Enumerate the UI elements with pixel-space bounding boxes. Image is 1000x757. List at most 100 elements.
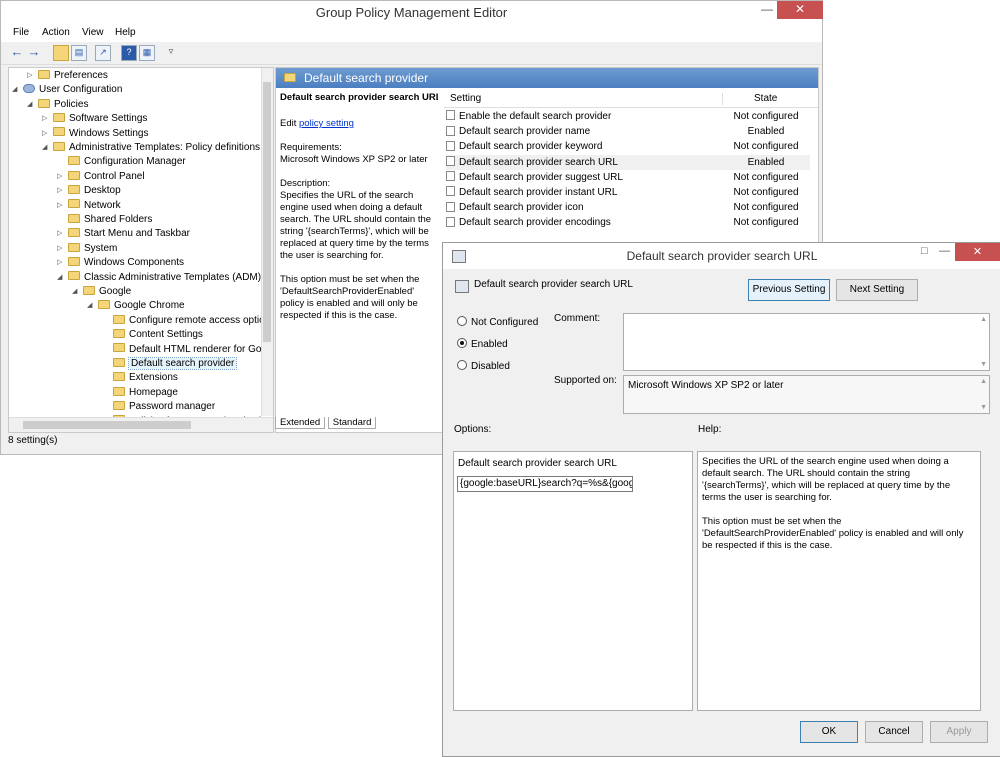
tree-vertical-scrollbar[interactable]	[261, 68, 273, 416]
tree-item[interactable]: Configuration Manager	[68, 155, 186, 169]
policy-setting-link[interactable]: policy setting	[299, 118, 354, 129]
help-icon[interactable]: ?	[121, 45, 137, 61]
export-icon[interactable]: ↗	[95, 45, 111, 61]
tree-item[interactable]: ▷ System	[57, 242, 117, 256]
tree-item[interactable]: ◢ Policies	[27, 98, 88, 112]
menu-file[interactable]: File	[13, 27, 29, 38]
expand-arrow-icon[interactable]: ▷	[57, 199, 62, 213]
tree-item[interactable]: ▷ Preferences	[27, 69, 108, 83]
scroll-down-icon[interactable]: ▼	[980, 404, 987, 411]
expand-arrow-icon[interactable]: ▷	[57, 242, 62, 256]
tree-item[interactable]: Extensions	[113, 371, 178, 385]
dialog-minimize-button[interactable]: —	[939, 245, 950, 257]
dialog-maximize-button[interactable]: □	[921, 245, 928, 257]
setting-row[interactable]: Default search provider search URL Enable…	[446, 154, 810, 170]
column-state[interactable]: State	[754, 93, 777, 104]
expand-arrow-icon[interactable]: ▷	[42, 127, 47, 141]
setting-row[interactable]: Default search provider instant URL Not c…	[446, 185, 810, 200]
tree-item[interactable]: Configure remote access options	[113, 314, 273, 328]
expand-arrow-icon[interactable]: ▷	[27, 69, 32, 83]
next-setting-button[interactable]: Next Setting	[836, 279, 918, 301]
tree-item[interactable]: Shared Folders	[68, 213, 152, 227]
forward-icon[interactable]: →	[27, 45, 41, 59]
tree-item[interactable]: Homepage	[113, 386, 178, 400]
cancel-button[interactable]: Cancel	[865, 721, 923, 743]
scroll-up-icon[interactable]: ▲	[980, 378, 987, 385]
setting-row[interactable]: Default search provider encodings Not con…	[446, 215, 810, 230]
folder-icon	[68, 156, 80, 166]
show-tree-icon[interactable]: ▤	[71, 45, 87, 61]
tree-horizontal-scrollbar[interactable]	[9, 417, 273, 432]
search-url-input[interactable]: {google:baseURL}search?q=%s&{google	[457, 476, 633, 492]
tree-pane[interactable]: ▷ Preferences ◢ User Configuration ◢ Policies…	[8, 67, 274, 433]
setting-row[interactable]: Enable the default search provider Not co…	[446, 109, 810, 124]
tree-item[interactable]: ◢ Google	[72, 285, 131, 299]
dialog-close-button[interactable]: ✕	[955, 243, 1000, 261]
collapse-arrow-icon[interactable]: ◢	[27, 98, 32, 112]
menu-view[interactable]: View	[82, 27, 104, 38]
menubar: File Action View Help	[1, 25, 822, 42]
collapse-arrow-icon[interactable]: ◢	[87, 299, 92, 313]
expand-arrow-icon[interactable]: ▷	[57, 170, 62, 184]
radio-enabled-dot[interactable]	[457, 338, 467, 349]
radio-not-configured-dot[interactable]	[457, 316, 467, 327]
collapse-arrow-icon[interactable]: ◢	[42, 141, 47, 155]
tab-standard[interactable]: Standard	[327, 417, 377, 429]
radio-enabled[interactable]: Enabled	[457, 338, 508, 350]
tree-item[interactable]: ▷ Software Settings	[42, 112, 147, 126]
menu-action[interactable]: Action	[42, 27, 70, 38]
ok-button[interactable]: OK	[800, 721, 858, 743]
scroll-thumb[interactable]	[263, 82, 271, 342]
radio-disabled-dot[interactable]	[457, 360, 467, 371]
tree-item[interactable]: Default search provider	[113, 357, 238, 371]
apply-button[interactable]: Apply	[930, 721, 988, 743]
close-button[interactable]: ✕	[777, 1, 823, 19]
tree-item[interactable]: ◢ Classic Administrative Templates (ADM)	[57, 271, 261, 285]
expand-arrow-icon[interactable]: ▷	[57, 184, 62, 198]
tab-extended[interactable]: Extended	[275, 417, 326, 429]
dialog-titlebar: Default search provider search URL — □ ✕	[443, 243, 1000, 269]
tree-item[interactable]: ▷ Start Menu and Taskbar	[57, 227, 190, 241]
scroll-up-icon[interactable]: ▲	[980, 316, 987, 323]
scroll-thumb[interactable]	[23, 421, 191, 429]
tree-item-label: Windows Components	[84, 257, 185, 269]
previous-setting-button[interactable]: Previous Setting	[748, 279, 830, 301]
tree-item-label: Password manager	[129, 401, 216, 413]
tree-item[interactable]: ▷ Desktop	[57, 184, 121, 198]
radio-not-configured[interactable]: Not Configured	[457, 316, 538, 328]
properties-icon[interactable]: ▦	[139, 45, 155, 61]
tree-item[interactable]: ▷ Windows Settings	[42, 127, 148, 141]
setting-state: Not configured	[733, 217, 799, 229]
tree-item[interactable]: ◢ Administrative Templates: Policy defini…	[42, 141, 260, 155]
setting-row[interactable]: Default search provider icon Not configur…	[446, 200, 810, 215]
back-icon[interactable]: ←	[10, 45, 24, 59]
tree-item-label: Shared Folders	[84, 214, 153, 225]
tree-item[interactable]: ▷ Control Panel	[57, 170, 145, 184]
tree-item[interactable]: ◢ User Configuration	[12, 83, 122, 97]
tree-item[interactable]: Content Settings	[113, 328, 203, 342]
help-label: Help:	[698, 424, 722, 435]
tree-item[interactable]: ▷ Network	[57, 199, 121, 213]
up-folder-icon[interactable]	[53, 45, 69, 61]
setting-state: Not configured	[733, 171, 799, 183]
setting-row[interactable]: Default search provider suggest URL Not c…	[446, 170, 810, 185]
radio-disabled[interactable]: Disabled	[457, 360, 510, 372]
expand-arrow-icon[interactable]: ▷	[57, 227, 62, 241]
scroll-down-icon[interactable]: ▼	[980, 361, 987, 368]
tree-item[interactable]: ▷ Windows Components	[57, 256, 185, 270]
expand-arrow-icon[interactable]: ▷	[57, 256, 62, 270]
collapse-arrow-icon[interactable]: ◢	[12, 83, 17, 97]
setting-row[interactable]: Default search provider keyword Not confi…	[446, 139, 810, 154]
expand-arrow-icon[interactable]: ▷	[42, 112, 47, 126]
tree-item-label: Preferences	[54, 70, 108, 81]
filter-icon[interactable]: ▿	[164, 45, 178, 59]
menu-help[interactable]: Help	[115, 27, 136, 38]
tree-item[interactable]: Password manager	[113, 400, 215, 414]
comment-field[interactable]: ▲ ▼	[623, 313, 990, 371]
collapse-arrow-icon[interactable]: ◢	[72, 285, 77, 299]
collapse-arrow-icon[interactable]: ◢	[57, 271, 62, 285]
column-setting[interactable]: Setting	[450, 93, 481, 104]
tree-item[interactable]: ◢ Google Chrome	[87, 299, 185, 313]
setting-row[interactable]: Default search provider name Enabled	[446, 124, 810, 139]
tree-item[interactable]: Default HTML renderer for Google Chrome …	[113, 343, 273, 357]
